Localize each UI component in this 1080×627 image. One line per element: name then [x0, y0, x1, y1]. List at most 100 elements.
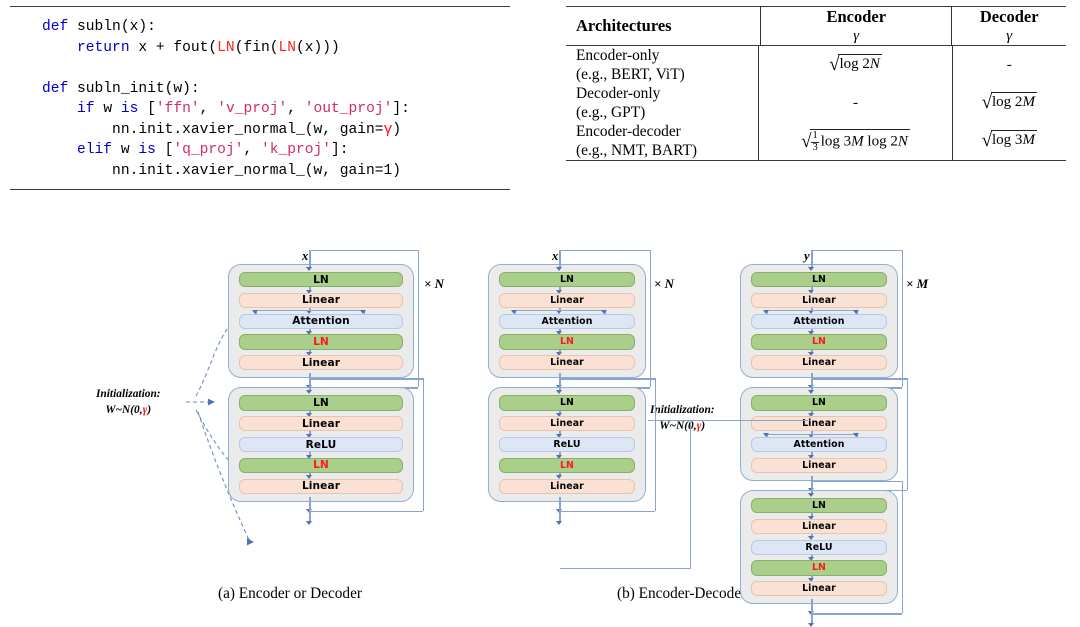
code-token: ,	[199, 101, 218, 117]
row-examples: (e.g., NMT, BART)	[576, 142, 698, 159]
block-label: LN	[313, 335, 329, 348]
attention-fanout-arrow	[763, 309, 770, 314]
table-row: Decoder-only (e.g., GPT) - √log 2M	[566, 84, 1066, 122]
block-linear[interactable]: Linear	[239, 416, 403, 432]
table-bottom-rule	[566, 160, 1066, 161]
block-relu[interactable]: ReLU	[239, 437, 403, 453]
block-attention[interactable]: Attention	[751, 437, 887, 453]
block-ln[interactable]: LN	[499, 334, 635, 350]
residual-top	[812, 481, 902, 483]
output-arrow	[306, 520, 313, 525]
block-linear[interactable]: Linear	[499, 355, 635, 371]
cross-attention-link	[648, 420, 808, 422]
block-linear[interactable]: Linear	[499, 416, 635, 432]
code-token: is	[120, 101, 148, 117]
block-ln[interactable]: LN	[239, 395, 403, 411]
block-linear[interactable]: Linear	[751, 581, 887, 597]
block-ln[interactable]: LN	[499, 457, 635, 473]
residual-vertical	[418, 250, 420, 388]
block-label: Linear	[802, 357, 836, 369]
row-examples: (e.g., GPT)	[576, 104, 646, 121]
block-label: Attention	[541, 315, 593, 327]
attention-fanout-arrow	[853, 309, 860, 314]
block-linear[interactable]: Linear	[499, 292, 635, 308]
connector-line	[559, 496, 561, 511]
block-linear[interactable]: Linear	[751, 416, 887, 432]
cross-attention-link-vertical	[690, 420, 692, 568]
block-label: ReLU	[305, 438, 337, 451]
architectures-table-body: Encoder-only (e.g., BERT, ViT) √log 2N -…	[566, 46, 1066, 160]
row-name: Decoder-only	[576, 85, 661, 102]
input-label-y: y	[804, 249, 810, 263]
block-relu[interactable]: ReLU	[751, 539, 887, 555]
repeat-count-label: × M	[906, 276, 929, 291]
block-label: Linear	[802, 583, 836, 595]
block-ln[interactable]: LN	[751, 395, 887, 411]
block-ln[interactable]: LN	[239, 457, 403, 473]
block-label: Linear	[802, 459, 836, 471]
architectures-table: Architectures Encoder γ Decoder γ	[566, 7, 1066, 45]
residual-top	[812, 378, 907, 380]
initialization-formula: W~N(0,γ)	[105, 404, 152, 416]
code-token: 'v_proj'	[217, 101, 288, 117]
block-ln[interactable]: LN	[239, 272, 403, 288]
connector-line	[811, 599, 813, 614]
row-name: Encoder-decoder	[576, 123, 681, 140]
code-token: ,	[287, 101, 305, 117]
code-token: 'k_proj'	[260, 142, 332, 158]
code-line: elif w is ['q_proj', 'k_proj']:	[42, 140, 510, 161]
block-linear[interactable]: Linear	[751, 292, 887, 308]
block-label: ReLU	[553, 439, 581, 451]
block-linear[interactable]: Linear	[499, 478, 635, 494]
residual-vertical	[902, 481, 904, 614]
block-linear[interactable]: Linear	[239, 355, 403, 371]
code-token: elif	[77, 142, 121, 158]
block-linear[interactable]: Linear	[751, 355, 887, 371]
attention-fanout-arrow	[763, 433, 770, 438]
architectures-table-panel: Architectures Encoder γ Decoder γ Encode…	[566, 6, 1066, 161]
block-ln[interactable]: LN	[499, 272, 635, 288]
block-label: LN	[811, 397, 827, 409]
code-token: subln(x):	[77, 19, 156, 35]
block-label: LN	[313, 273, 329, 286]
connector-line	[309, 250, 311, 268]
connector-arrow	[556, 267, 563, 271]
block-relu[interactable]: ReLU	[499, 437, 635, 453]
block-ln[interactable]: LN	[499, 395, 635, 411]
block-ln[interactable]: LN	[751, 560, 887, 576]
block-ln[interactable]: LN	[751, 498, 887, 514]
block-linear[interactable]: Linear	[239, 478, 403, 494]
connector-line	[559, 250, 561, 268]
block-label: LN	[313, 459, 329, 472]
code-token: nn.init.xavier_normal_(w, gain=1)	[42, 162, 402, 179]
block-ln[interactable]: LN	[751, 334, 887, 350]
attention-fanout-bar	[767, 310, 857, 312]
header-encoder-label: Encoder	[826, 7, 887, 26]
block-attention[interactable]: Attention	[751, 313, 887, 329]
residual-top	[560, 250, 650, 252]
code-token: w	[120, 142, 139, 158]
block-linear[interactable]: Linear	[751, 457, 887, 473]
residual-vertical	[655, 378, 657, 511]
code-token: ]:	[331, 142, 349, 158]
repeat-count-label: × N	[654, 276, 675, 291]
block-ln[interactable]: LN	[239, 334, 403, 350]
code-bottom-rule	[10, 189, 510, 190]
residual-top	[310, 378, 423, 380]
attention-fanout-arrow	[511, 309, 518, 314]
block-attention[interactable]: Attention	[239, 313, 403, 329]
block-linear[interactable]: Linear	[239, 292, 403, 308]
output-arrow	[556, 520, 563, 525]
initialization-title: Initialization:	[96, 388, 161, 400]
block-label: ReLU	[805, 541, 833, 553]
block-linear[interactable]: Linear	[751, 518, 887, 534]
block-attention[interactable]: Attention	[499, 313, 635, 329]
sqrt-expression: √log 3M	[981, 130, 1037, 151]
code-token: w	[103, 101, 121, 117]
header-architectures: Architectures	[566, 7, 761, 45]
input-label-x: x	[302, 249, 309, 263]
code-token: ,	[243, 142, 261, 158]
input-label-x: x	[552, 249, 559, 263]
block-ln[interactable]: LN	[751, 272, 887, 288]
